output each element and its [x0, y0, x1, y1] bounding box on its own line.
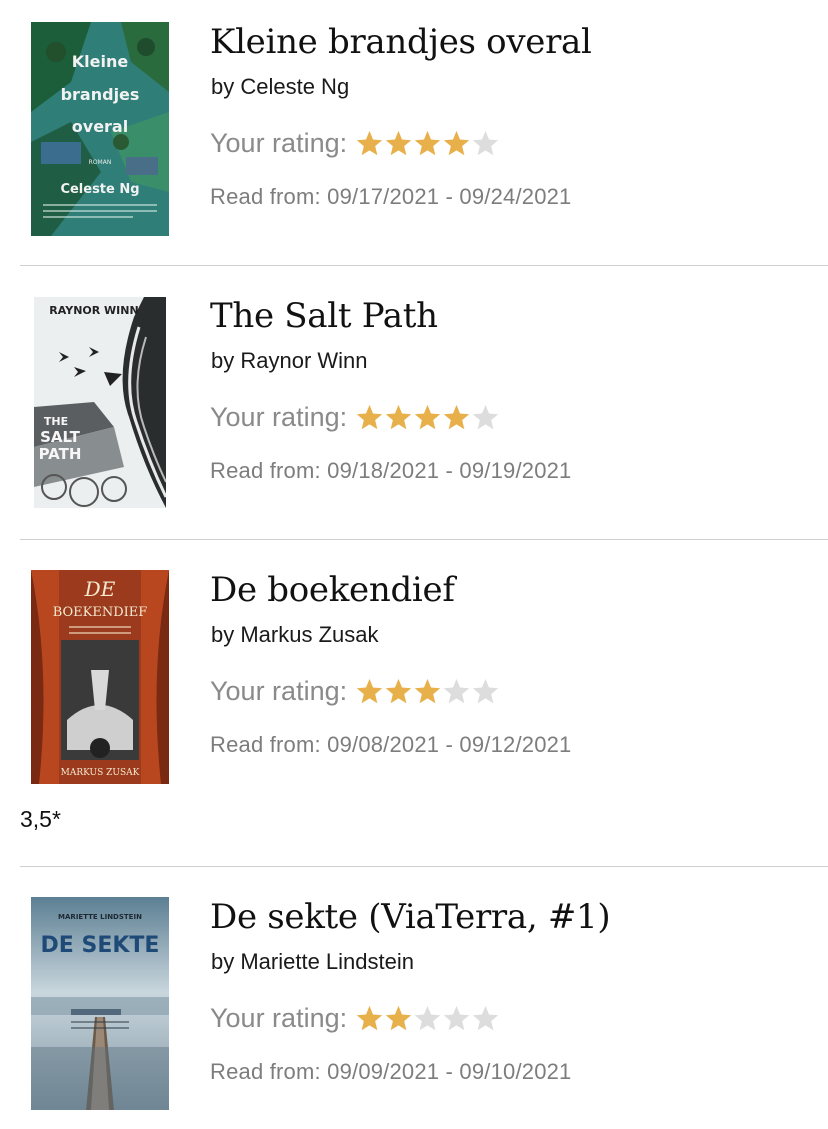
book-author-4[interactable]: by Mariette Lindstein — [211, 949, 414, 975]
cover-4-top: MARIETTE LINDSTEIN — [58, 913, 142, 921]
book-cover-4[interactable]: MARIETTE LINDSTEIN DE SEKTE — [31, 897, 169, 1110]
star-filled-icon[interactable] — [355, 1004, 384, 1032]
book-title-4[interactable]: De sekte (ViaTerra, #1) — [210, 897, 611, 937]
book-row-4[interactable]: MARIETTE LINDSTEIN DE SEKTE De sekte (Vi… — [0, 0, 828, 1129]
star-filled-icon[interactable] — [384, 1004, 413, 1032]
star-empty-icon[interactable] — [471, 1004, 500, 1032]
star-empty-icon[interactable] — [442, 1004, 471, 1032]
read-dates-4: Read from: 09/09/2021 - 09/10/2021 — [210, 1059, 572, 1084]
star-empty-icon[interactable] — [413, 1004, 442, 1032]
cover-4-title: DE SEKTE — [41, 933, 160, 958]
star-rating-4[interactable] — [355, 1004, 500, 1032]
rating-row-4: Your rating: — [210, 1001, 500, 1035]
rating-label: Your rating: — [210, 1002, 348, 1033]
